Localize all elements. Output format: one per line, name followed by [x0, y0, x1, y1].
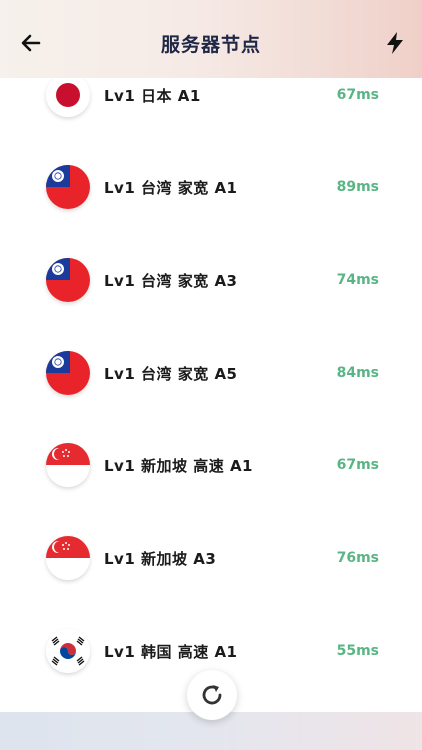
singapore-flag-icon	[46, 443, 90, 487]
server-row-singapore-a1[interactable]: Lv1 新加坡 高速 A1 67ms	[10, 430, 412, 500]
page-title: 服务器节点	[160, 34, 261, 56]
header-bar: 服务器节点	[0, 0, 422, 78]
server-latency: 76ms	[336, 550, 379, 566]
refresh-button[interactable]	[187, 670, 237, 720]
server-latency: 84ms	[336, 365, 379, 381]
server-name: Lv1 台湾 家宽 A5	[104, 364, 238, 383]
server-latency: 89ms	[336, 179, 379, 195]
server-latency: 55ms	[336, 643, 379, 659]
refresh-icon	[202, 685, 222, 705]
server-row-singapore-a3[interactable]: Lv1 新加坡 A3 76ms	[10, 523, 412, 593]
server-row-taiwan-a5[interactable]: Lv1 台湾 家宽 A5 84ms	[10, 338, 412, 408]
taiwan-flag-icon	[46, 258, 90, 302]
taiwan-flag-icon	[46, 351, 90, 395]
server-list-card: Lv1 日本 A1 67ms Lv1 台湾 家宽 A1 89ms Lv1 台湾 …	[10, 60, 412, 720]
server-name: Lv1 韩国 高速 A1	[104, 642, 238, 661]
server-name: Lv1 台湾 家宽 A1	[104, 178, 238, 197]
japan-flag-icon	[46, 73, 90, 117]
speed-test-button[interactable]	[380, 28, 410, 58]
taiwan-flag-icon	[46, 165, 90, 209]
server-latency: 67ms	[336, 87, 379, 103]
server-name: Lv1 新加坡 高速 A1	[104, 456, 253, 475]
server-row-taiwan-a1[interactable]: Lv1 台湾 家宽 A1 89ms	[10, 152, 412, 222]
server-name: Lv1 台湾 家宽 A3	[104, 271, 238, 290]
server-latency: 67ms	[336, 457, 379, 473]
singapore-flag-icon	[46, 536, 90, 580]
server-name: Lv1 新加坡 A3	[104, 549, 217, 568]
server-name: Lv1 日本 A1	[104, 86, 201, 105]
korea-flag-icon	[46, 629, 90, 673]
server-latency: 74ms	[336, 272, 379, 288]
lightning-bolt-icon	[387, 32, 403, 54]
server-row-taiwan-a3[interactable]: Lv1 台湾 家宽 A3 74ms	[10, 245, 412, 315]
